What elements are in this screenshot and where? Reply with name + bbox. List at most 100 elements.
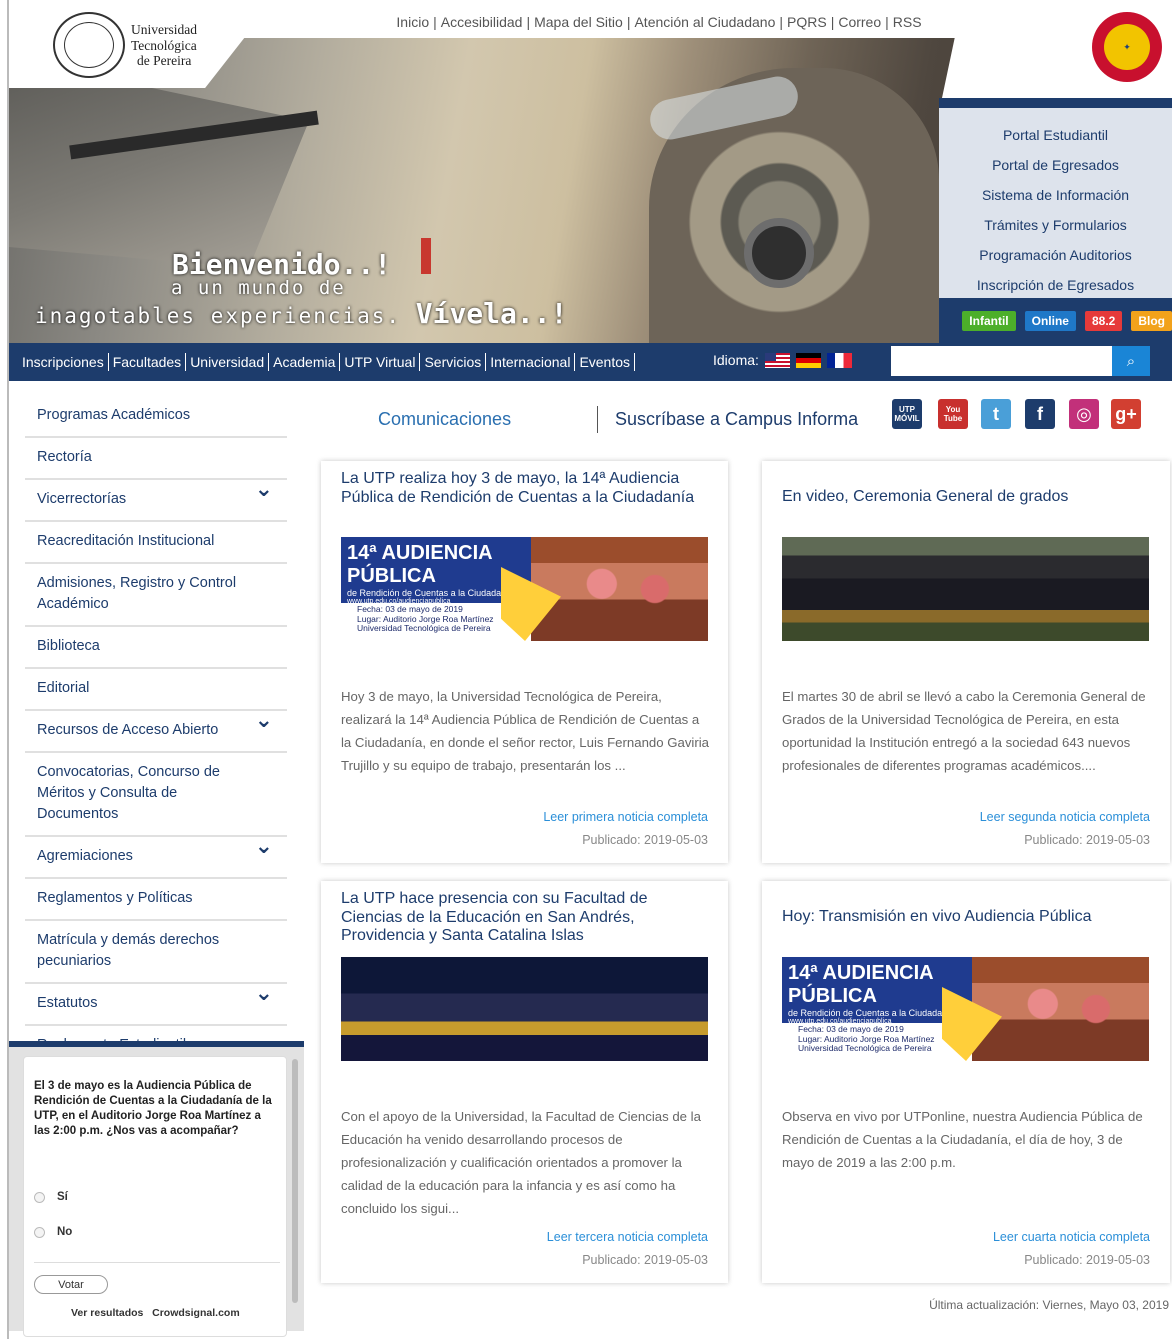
poll-scrollbar[interactable] [292,1059,298,1303]
facebook-icon[interactable]: f [1025,399,1055,429]
search-icon: ⌕ [1126,352,1136,370]
last-update-text: Última actualización: Viernes, Mayo 03, … [929,1298,1169,1312]
top-link-pqrs[interactable]: PQRS [785,14,829,30]
sidebar-item[interactable]: Editorial [25,669,287,711]
sidebar-item-label: Rectoría [37,449,92,465]
sidebar-item[interactable]: Programas Académicos [25,396,287,438]
news-card: La UTP realiza hoy 3 de mayo, la 14ª Aud… [321,461,728,863]
poll-option-yes[interactable]: Sí [34,1191,68,1203]
language-selector: Idioma: [713,352,852,368]
chevron-down-icon[interactable]: ⌄ [255,478,273,500]
top-link-correo[interactable]: Correo [836,14,883,30]
subscribe-link[interactable]: Suscríbase a Campus Informa [615,409,858,430]
sidebar-item[interactable]: Vicerrectorías ⌄ [25,478,287,522]
read-more-link[interactable]: Leer tercera noticia completa [547,1230,708,1244]
service-badges: Infantil Online 88.2 Blog [939,298,1172,343]
sidebar-item[interactable]: Reglamentos y Políticas [25,879,287,921]
chevron-down-icon[interactable]: ⌄ [255,709,273,731]
sidebar-item-label: Recursos de Acceso Abierto [37,722,219,738]
colombia-crest-area: ✦ [942,0,1172,98]
sidebar-item[interactable]: Agremiaciones ⌄ [25,835,287,879]
sidebar-item-label: Editorial [37,680,90,696]
portal-link[interactable]: Portal de Egresados [939,150,1172,180]
university-seal-icon [53,12,125,78]
poll-option-no[interactable]: No [34,1226,72,1238]
portal-link[interactable]: Trámites y Formularios [939,210,1172,240]
news-image[interactable] [341,957,708,1061]
sidebar-item[interactable]: Biblioteca [25,627,287,669]
sidebar-item[interactable]: Convocatorias, Concurso de Méritos y Con… [25,753,287,837]
google-plus-icon[interactable]: g+ [1111,399,1141,429]
portal-link[interactable]: Portal Estudiantil [939,120,1172,150]
poll-question: El 3 de mayo es la Audiencia Pública de … [34,1080,272,1137]
divider [34,1262,280,1263]
top-link-rss[interactable]: RSS [891,14,924,30]
vote-button[interactable]: Votar [34,1275,108,1294]
chevron-down-icon[interactable]: ⌄ [255,835,273,857]
utp-movil-icon[interactable]: UTP MÓVIL [892,399,922,429]
english-flag-icon[interactable] [764,352,790,368]
news-image[interactable] [782,537,1149,641]
poll-widget: El 3 de mayo es la Audiencia Pública de … [9,1041,304,1337]
read-more-link[interactable]: Leer cuarta noticia completa [993,1230,1150,1244]
nav-item-internacional[interactable]: Internacional [486,353,576,371]
nav-item-universidad[interactable]: Universidad [186,353,270,371]
news-title[interactable]: Hoy: Transmisión en vivo Audiencia Públi… [782,908,1152,927]
news-title[interactable]: La UTP hace presencia con su Facultad de… [341,890,711,946]
german-flag-icon[interactable] [795,352,821,368]
published-date: Publicado: 2019-05-03 [582,1253,708,1267]
instagram-icon[interactable]: ◎ [1069,399,1099,429]
top-link-accesibilidad[interactable]: Accesibilidad [439,14,525,30]
top-link-mapa-del-sitio[interactable]: Mapa del Sitio [532,14,625,30]
search-input[interactable] [891,346,1112,376]
sidebar-item[interactable]: Reacreditación Institucional [25,522,287,564]
chevron-down-icon[interactable]: ⌄ [255,982,273,1004]
twitter-icon[interactable]: t [981,399,1011,429]
nav-item-eventos[interactable]: Eventos [575,353,636,371]
news-image[interactable]: 14ª AUDIENCIA PÚBLICA de Rendición de Cue… [782,957,1149,1061]
nav-item-servicios[interactable]: Servicios [420,353,487,371]
sidebar-item[interactable]: Estatutos ⌄ [25,982,287,1026]
badge-88-2[interactable]: 88.2 [1084,310,1123,331]
badge-infantil[interactable]: Infantil [962,310,1016,331]
top-link-inicio[interactable]: Inicio [394,14,431,30]
badge-blog[interactable]: Blog [1131,310,1172,331]
separator: | [885,14,889,30]
news-title[interactable]: En video, Ceremonia General de grados [782,488,1152,507]
youtube-icon[interactable]: You Tube [938,399,968,429]
view-results-link[interactable]: Ver resultados [71,1307,143,1319]
nav-item-facultades[interactable]: Facultades [109,353,187,371]
sidebar-item-label: Programas Académicos [37,407,191,423]
search-button[interactable]: ⌕ [1112,346,1150,376]
hero-welcome-text: Bienvenido..! a un mundo de inagotables … [35,248,568,330]
sidebar-item[interactable]: Rectoría [25,438,287,480]
radio-button[interactable] [34,1226,45,1238]
nav-item-utp-virtual[interactable]: UTP Virtual [340,353,421,371]
radio-button[interactable] [34,1191,45,1203]
crowdsignal-link[interactable]: Crowdsignal.com [152,1307,240,1319]
read-more-link[interactable]: Leer primera noticia completa [543,810,708,824]
portal-link[interactable]: Sistema de Información [939,180,1172,210]
nav-item-inscripciones[interactable]: Inscripciones [22,353,109,371]
divider [597,406,598,433]
portal-link[interactable]: Programación Auditorios [939,240,1172,270]
portal-link[interactable]: Inscripción de Egresados [939,270,1172,300]
read-more-link[interactable]: Leer segunda noticia completa [980,810,1150,824]
communications-title[interactable]: Comunicaciones [378,409,511,430]
news-title[interactable]: La UTP realiza hoy 3 de mayo, la 14ª Aud… [341,470,711,507]
search-box: ⌕ [891,346,1150,376]
nav-item-academia[interactable]: Academia [269,353,341,371]
poll-card: El 3 de mayo es la Audiencia Pública de … [23,1056,287,1337]
french-flag-icon[interactable] [826,352,852,368]
sidebar-item[interactable]: Admisiones, Registro y Control Académico [25,564,287,627]
sidebar-item[interactable]: Recursos de Acceso Abierto ⌄ [25,709,287,753]
sidebar-item[interactable]: Matrícula y demás derechos pecuniarios [25,921,287,984]
poll-footer: Ver resultados Crowdsignal.com [71,1307,240,1319]
news-image[interactable]: 14ª AUDIENCIA PÚBLICA de Rendición de Cue… [341,537,708,641]
colombia-crest-icon[interactable]: ✦ [1092,12,1162,82]
top-link-atenci-n-al-ciudadano[interactable]: Atención al Ciudadano [632,14,777,30]
badge-online[interactable]: Online [1024,310,1076,331]
news-summary: Observa en vivo por UTPonline, nuestra A… [782,1109,1143,1170]
university-name: Universidad Tecnológica de Pereira [131,22,197,68]
news-summary: El martes 30 de abril se llevó a cabo la… [782,689,1146,773]
